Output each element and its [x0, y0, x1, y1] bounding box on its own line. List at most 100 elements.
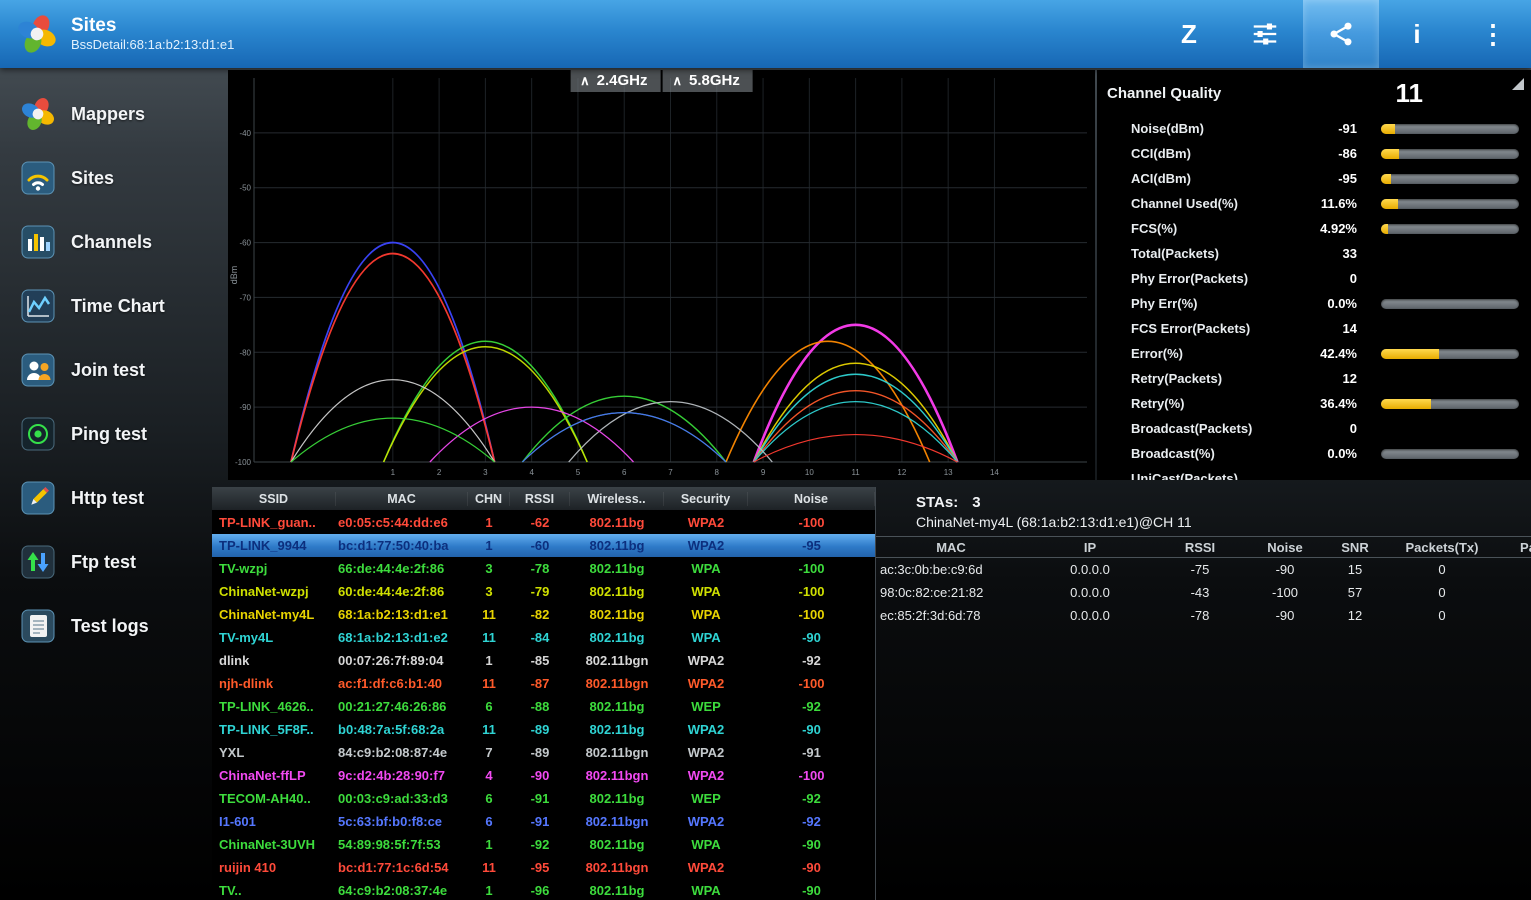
stat-bar: [1381, 173, 1519, 184]
info-button[interactable]: i: [1379, 0, 1455, 68]
sidebar-item-time-chart[interactable]: Time Chart: [0, 274, 212, 338]
network-mac: 00:03:c9:ad:33:d3: [338, 791, 448, 806]
network-row-tp-link-4626[interactable]: TP-LINK_4626.. 00:21:27:46:26:86 6 -88 802.1…: [212, 695, 875, 718]
band-label: 2.4GHz: [596, 72, 648, 89]
network-wireless: 802.11bg: [589, 837, 645, 852]
sidebar-item-ftp-test[interactable]: Ftp test: [0, 530, 212, 594]
stat-value: 0: [1349, 421, 1357, 436]
network-ssid: TV..: [219, 883, 242, 898]
network-ssid: TP-LINK_5F8F..: [219, 722, 314, 737]
station-ip: 0.0.0.0: [1070, 608, 1110, 623]
network-rssi: -95: [530, 860, 550, 875]
network-noise: -92: [802, 814, 821, 829]
stat-value: 0.0%: [1327, 296, 1357, 311]
station-ip: 0.0.0.0: [1070, 585, 1110, 600]
stat-row-retry-packets: Retry(Packets) 12: [1097, 366, 1531, 391]
network-chn: 11: [482, 607, 496, 622]
station-mac: ec:85:2f:3d:6d:78: [880, 608, 981, 623]
sidebar-item-label: Http test: [71, 487, 144, 508]
network-row-tecom-ah40[interactable]: TECOM-AH40.. 00:03:c9:ad:33:d3 6 -91 802.11b…: [212, 787, 875, 810]
spectrum-chart[interactable]: 1 2 3 4 5 6 7 8 9 10 11 12 13 14 -40 -50 -60 -70 -80 -90 -10…: [228, 70, 1095, 480]
network-wireless: 802.11bg: [589, 561, 645, 576]
band-button-2-4ghz[interactable]: ∧ 2.4GHz: [570, 70, 661, 92]
title-block: Sites BssDetail:68:1a:b2:13:d1:e1: [71, 15, 234, 53]
resize-corner-icon[interactable]: [1511, 77, 1525, 91]
sidebar-item-sites[interactable]: Sites: [0, 146, 212, 210]
sidebar-item-ping-test[interactable]: Ping test: [0, 402, 212, 466]
network-row-chinanet-fflp[interactable]: ChinaNet-ffLP 9c:d2:4b:28:90:f7 4 -90 802.11…: [212, 764, 875, 787]
network-wireless: 802.11bgn: [585, 676, 649, 691]
stat-label: Retry(Packets): [1131, 371, 1223, 386]
station-snr: 57: [1347, 585, 1363, 600]
network-security: WPA2: [687, 676, 725, 691]
stat-bar: [1381, 448, 1519, 459]
network-row-tv-wzpj[interactable]: TV-wzpj 66:de:44:4e:2f:86 3 -78 802.11bg WPA -…: [212, 557, 875, 580]
network-security: WPA: [691, 837, 721, 852]
sidebar-item-test-logs[interactable]: Test logs: [0, 594, 212, 658]
network-noise: -100: [798, 561, 825, 576]
overflow-button[interactable]: ⋮: [1455, 0, 1531, 68]
channel-quality-title: Channel Quality: [1107, 84, 1222, 102]
stat-label: Broadcast(Packets): [1131, 421, 1253, 436]
network-security: WEP: [691, 791, 721, 806]
network-row-tv-my4l[interactable]: TV-my4L 68:1a:b2:13:d1:e2 11 -84 802.11bg WPA…: [212, 626, 875, 649]
stat-row-broadcast-packets: Broadcast(Packets) 0: [1097, 416, 1531, 441]
stat-value: 33: [1342, 246, 1357, 261]
stat-bar: [1381, 223, 1519, 234]
network-wireless: 802.11bg: [589, 515, 645, 530]
network-row-dlink[interactable]: dlink 00:07:26:7f:89:04 1 -85 802.11bgn WPA2 -…: [212, 649, 875, 672]
stat-row-broadcast: Broadcast(%) 0.0%: [1097, 441, 1531, 466]
svg-text:dBm: dBm: [229, 266, 239, 285]
channel-quality-channel: 11: [1395, 77, 1424, 108]
svg-text:8: 8: [715, 468, 720, 477]
share-button[interactable]: [1303, 0, 1379, 68]
sidebar-item-channels[interactable]: Channels: [0, 210, 212, 274]
stat-value: 36.4%: [1320, 396, 1357, 411]
timechart-icon: [20, 288, 56, 324]
tune-button[interactable]: [1227, 0, 1303, 68]
sidebar-item-http-test[interactable]: Http test: [0, 466, 212, 530]
stat-row-noise-dbm: Noise(dBm) -91: [1097, 116, 1531, 141]
stat-value: 12: [1342, 371, 1357, 386]
sidebar-item-mappers[interactable]: Mappers: [0, 82, 212, 146]
svg-text:7: 7: [668, 468, 673, 477]
ping-icon: [20, 416, 56, 452]
network-wireless: 802.11bgn: [585, 745, 649, 760]
network-row-tp-link-9944[interactable]: TP-LINK_9944 bc:d1:77:50:40:ba 1 -60 802.11b…: [212, 534, 875, 557]
app-logo-icon: [16, 13, 58, 55]
network-row-tv[interactable]: TV.. 64:c9:b2:08:37:4e 1 -96 802.11bg WPA -90: [212, 879, 875, 900]
stas-label: STAs:: [916, 494, 959, 511]
stat-bar: [1381, 148, 1519, 159]
network-table-header: SSID MAC CHN RSSI Wireless.. Security Noise: [212, 487, 875, 511]
network-row-njh-dlink[interactable]: njh-dlink ac:f1:df:c6:b1:40 11 -87 802.11bgn…: [212, 672, 875, 695]
sort-z-button[interactable]: Z: [1151, 0, 1227, 68]
station-row[interactable]: ec:85:2f:3d:6d:78 0.0.0.0 -78 -90 12 0: [876, 604, 1531, 627]
network-column-header: Security: [664, 491, 748, 506]
network-row-tp-link-5f8f[interactable]: TP-LINK_5F8F.. b0:48:7a:5f:68:2a 11 -89 802.…: [212, 718, 875, 741]
sidebar-item-join-test[interactable]: Join test: [0, 338, 212, 402]
station-row[interactable]: ac:3c:0b:be:c9:6d 0.0.0.0 -75 -90 15 0: [876, 558, 1531, 581]
sidebar-item-label: Mappers: [71, 103, 146, 124]
network-row-tp-link-guan[interactable]: TP-LINK_guan.. e0:05:c5:44:dd:e6 1 -62 802.1…: [212, 511, 875, 534]
network-row-chinanet-3uvh[interactable]: ChinaNet-3UVH 54:89:98:5f:7f:53 1 -92 802.11…: [212, 833, 875, 856]
network-row-chinanet-my4l[interactable]: ChinaNet-my4L 68:1a:b2:13:d1:e1 11 -82 802.1…: [212, 603, 875, 626]
network-wireless: 802.11bgn: [585, 814, 649, 829]
svg-text:-60: -60: [239, 239, 251, 248]
station-row[interactable]: 98:0c:82:ce:21:82 0.0.0.0 -43 -100 57 0: [876, 581, 1531, 604]
station-column-header: Noise: [1267, 540, 1303, 555]
network-row-ruijin-410[interactable]: ruijin 410 bc:d1:77:1c:6d:54 11 -95 802.11bg…: [212, 856, 875, 879]
band-button-5-8ghz[interactable]: ∧ 5.8GHz: [662, 70, 753, 92]
svg-text:2: 2: [437, 468, 442, 477]
network-ssid: njh-dlink: [219, 676, 274, 691]
station-column-header: SNR: [1341, 540, 1369, 555]
channel-quality-panel: Channel Quality 11 Noise(dBm) -91 CCI(dBm)…: [1097, 70, 1531, 480]
network-row-yxl[interactable]: YXL 84:c9:b2:08:87:4e 7 -89 802.11bgn WPA2 -91: [212, 741, 875, 764]
network-ssid: ChinaNet-my4L: [219, 607, 315, 622]
network-security: WPA2: [687, 814, 725, 829]
network-security: WPA2: [687, 515, 725, 530]
network-row-chinanet-wzpj[interactable]: ChinaNet-wzpj 60:de:44:4e:2f:86 3 -79 802.11…: [212, 580, 875, 603]
network-noise: -100: [798, 584, 825, 599]
station-snr: 12: [1347, 608, 1363, 623]
network-wireless: 802.11bg: [589, 584, 645, 599]
network-row-i1-601[interactable]: I1-601 5c:63:bf:b0:f8:ce 6 -91 802.11bgn WPA2…: [212, 810, 875, 833]
